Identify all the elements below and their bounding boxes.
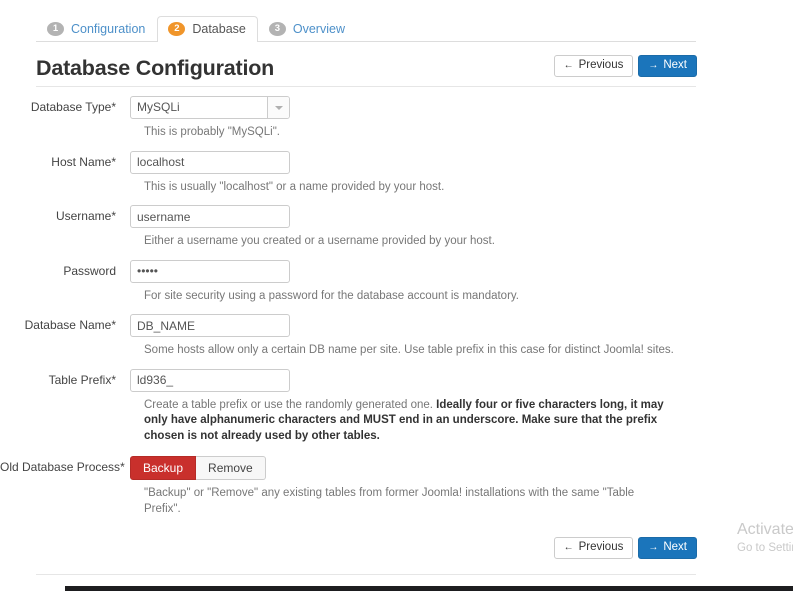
username-input[interactable] — [130, 205, 290, 228]
step-tab-configuration[interactable]: 1 Configuration — [36, 16, 157, 42]
header-divider — [36, 86, 696, 87]
nav-buttons-bottom: ← Previous → Next — [553, 537, 697, 559]
required-marker: * — [111, 318, 116, 332]
label-text: Database Type — [30, 100, 112, 114]
arrow-right-icon: → — [648, 542, 659, 553]
next-button[interactable]: → Next — [638, 55, 697, 77]
password-label: Password — [0, 260, 130, 282]
form-row-password: Password For site security using a passw… — [0, 259, 793, 305]
password-input[interactable] — [130, 259, 290, 283]
username-label: Username* — [0, 205, 130, 227]
old-database-process-field: Backup Remove — [130, 456, 266, 480]
form-row-host-name: Host Name* This is usually "localhost" o… — [0, 150, 793, 196]
previous-button-bottom[interactable]: ← Previous — [553, 537, 634, 559]
previous-button-label: Previous — [578, 541, 624, 554]
step-number-badge: 1 — [47, 22, 64, 36]
activate-windows-watermark: Activate Windows Go to Settings to activ… — [737, 520, 793, 556]
table-prefix-help-plain: Create a table prefix or use the randoml… — [144, 398, 437, 411]
table-prefix-help: Create a table prefix or use the randoml… — [144, 398, 674, 445]
table-prefix-label: Table Prefix* — [0, 369, 130, 391]
old-database-process-toggle: Backup Remove — [130, 456, 266, 480]
username-field — [130, 205, 290, 228]
required-marker: * — [111, 209, 116, 223]
old-database-process-help: "Backup" or "Remove" any existing tables… — [144, 487, 635, 515]
next-button-bottom[interactable]: → Next — [638, 537, 697, 559]
old-database-process-label: Old Database Process* — [0, 456, 130, 478]
next-button-label: Next — [663, 59, 687, 72]
step-tab-label: Overview — [292, 21, 345, 36]
required-marker: * — [120, 460, 125, 474]
remove-option-button[interactable]: Remove — [196, 456, 266, 480]
label-text: Database Name — [24, 318, 112, 332]
host-name-field — [130, 150, 290, 174]
database-type-select[interactable]: MySQLi — [130, 96, 290, 119]
form-row-database-name: Database Name* Some hosts allow only a c… — [0, 314, 793, 359]
table-prefix-field — [130, 368, 290, 392]
step-tab-label: Configuration — [71, 21, 146, 36]
table-prefix-input[interactable] — [130, 368, 290, 392]
form-row-old-database-process: Old Database Process* Backup Remove "Bac… — [0, 456, 793, 517]
username-help: Either a username you created or a usern… — [144, 235, 495, 247]
arrow-left-icon: ← — [563, 542, 574, 553]
required-marker: * — [111, 154, 116, 169]
label-text: Password — [63, 263, 116, 278]
database-type-label: Database Type* — [0, 96, 130, 118]
step-tabs: 1 Configuration 2 Database 3 Overview — [36, 12, 357, 42]
database-name-input[interactable] — [130, 314, 290, 337]
host-name-help: This is usually "localhost" or a name pr… — [144, 180, 445, 193]
previous-button-label: Previous — [578, 59, 624, 72]
previous-button[interactable]: ← Previous — [553, 55, 634, 77]
database-type-field: MySQLi — [130, 96, 290, 119]
label-text: Table Prefix — [48, 372, 112, 387]
activate-windows-subtitle: Go to Settings to activate Windows. — [737, 542, 793, 554]
step-tab-label: Database — [192, 21, 246, 36]
label-text: Host Name — [51, 154, 112, 169]
password-field — [130, 259, 290, 283]
arrow-right-icon: → — [648, 60, 659, 71]
step-number-badge: 3 — [268, 22, 286, 36]
form-row-username: Username* Either a username you created … — [0, 205, 793, 250]
installer-page: 1 Configuration 2 Database 3 Overview Da… — [0, 0, 793, 591]
host-name-input[interactable] — [130, 150, 290, 174]
backup-option-button[interactable]: Backup — [130, 456, 197, 480]
database-type-value: MySQLi — [137, 100, 180, 114]
database-type-help: This is probably "MySQLi". — [144, 126, 280, 138]
footer-divider — [36, 574, 696, 575]
next-button-label: Next — [663, 541, 687, 554]
nav-buttons-top: ← Previous → Next — [553, 55, 697, 77]
required-marker: * — [111, 372, 116, 387]
host-name-label: Host Name* — [0, 151, 130, 173]
database-configuration-form: Database Type* MySQLi This is probably "… — [0, 96, 793, 517]
password-help: For site security using a password for t… — [144, 289, 520, 302]
label-text: Old Database Process — [0, 460, 121, 474]
database-name-label: Database Name* — [0, 314, 130, 336]
step-tab-database[interactable]: 2 Database — [157, 16, 258, 42]
form-row-database-type: Database Type* MySQLi This is probably "… — [0, 96, 793, 141]
browser-bottom-bar — [65, 586, 793, 591]
database-name-field — [130, 314, 290, 337]
database-name-help: Some hosts allow only a certain DB name … — [144, 344, 674, 356]
form-row-table-prefix: Table Prefix* Create a table prefix or u… — [0, 368, 793, 445]
label-text: Username — [55, 209, 112, 223]
arrow-left-icon: ← — [563, 60, 574, 71]
page-title: Database Configuration — [36, 56, 275, 80]
required-marker: * — [111, 100, 116, 114]
step-number-badge: 2 — [168, 22, 186, 36]
chevron-down-icon[interactable] — [267, 97, 289, 118]
activate-windows-title: Activate Windows — [737, 521, 793, 538]
tabs-divider — [36, 41, 696, 42]
step-tab-overview[interactable]: 3 Overview — [258, 16, 357, 42]
